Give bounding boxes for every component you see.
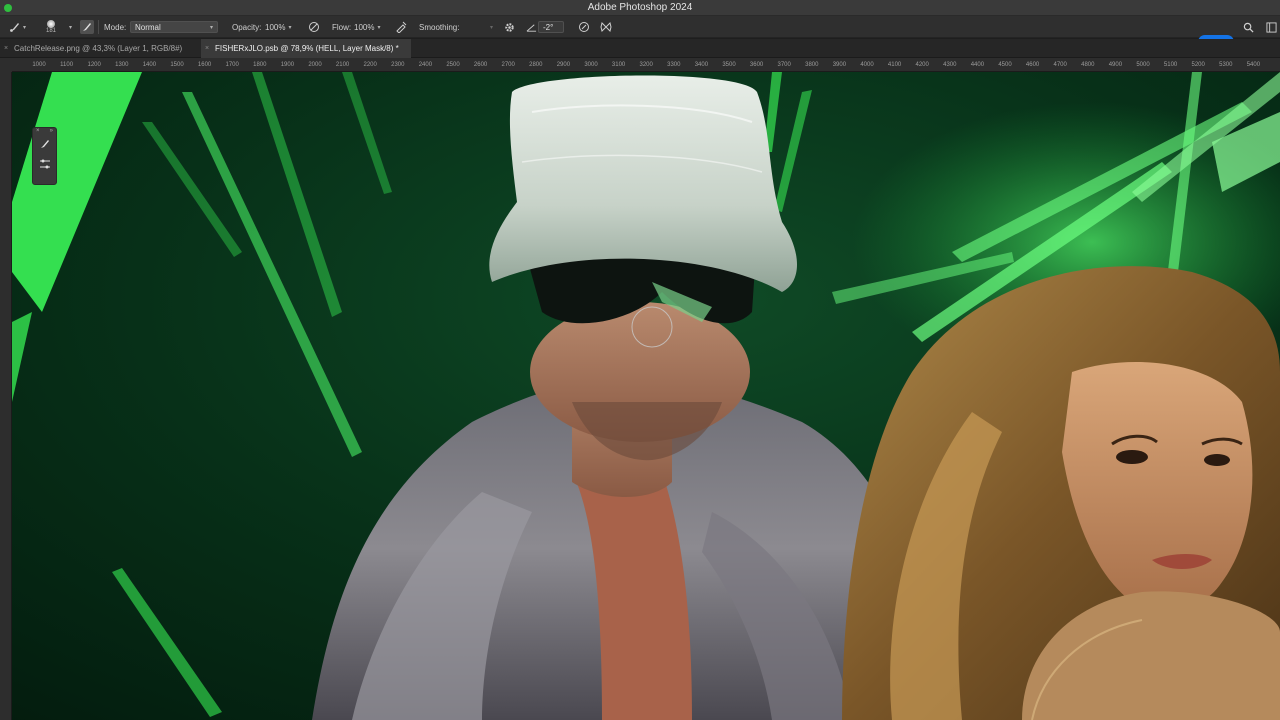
angle-field[interactable]: -2° (538, 21, 564, 33)
ruler-tick-label: 4200 (915, 62, 929, 68)
ruler-tick-label: 3900 (832, 62, 847, 68)
artwork-image (12, 72, 1280, 720)
flow-field[interactable]: 100% (354, 23, 374, 32)
panels-icon[interactable] (1264, 20, 1278, 34)
ruler-tick-label: 2300 (391, 62, 405, 68)
angle-value: -2° (543, 22, 554, 32)
ruler-tick-label: 4700 (1053, 62, 1067, 68)
ruler-tick-label: 1600 (197, 62, 212, 68)
ruler-tick-label: 1400 (142, 62, 157, 68)
photoshop-window: Adobe Photoshop 2024 ▾ 181 ▾ Mode: Norma… (0, 0, 1280, 720)
brush-tool-preset[interactable]: ▾ (8, 16, 26, 38)
ruler-tick-label: 3700 (777, 62, 791, 68)
brush-icon (8, 20, 22, 34)
sliders-icon (39, 157, 51, 175)
search-icon[interactable] (1241, 20, 1255, 34)
pressure-opacity-icon[interactable] (307, 20, 321, 34)
mode-value: Normal (135, 22, 161, 32)
horizontal-ruler[interactable]: 1000 1100 1200 1300 1400 1500 1600 1700 1800 1900… (12, 58, 1280, 72)
ruler-tick-label: 3400 (694, 62, 709, 68)
tab-label: FISHERxJLO.psb @ 78,9% (HELL, Layer Mask… (215, 44, 399, 53)
ruler-tick-label: 4000 (860, 62, 874, 68)
ruler-tick-label: 5000 (1136, 62, 1150, 68)
ruler-tick-label: 4800 (1081, 62, 1095, 68)
document-tabs: × CatchRelease.png @ 43,3% (Layer 1, RGB… (0, 39, 1280, 58)
ruler-tick-label: 2000 (308, 62, 322, 68)
ruler-tick-label: 4600 (1025, 62, 1040, 68)
collapse-icon[interactable]: » (50, 128, 53, 136)
ruler-tick-label: 1000 (32, 62, 46, 68)
ruler-tick-label: 1300 (115, 62, 129, 68)
ruler-tick-label: 4300 (943, 62, 957, 68)
brush-icon (39, 137, 51, 155)
options-bar: ▾ 181 ▾ Mode: Normal ▾ Opacity: 100% ▾ F… (0, 16, 1280, 49)
ruler-tick-label: 1100 (60, 62, 74, 68)
ruler-tick-label: 1800 (253, 62, 267, 68)
pressure-size-icon[interactable] (577, 20, 591, 34)
ruler-tick-label: 5200 (1191, 62, 1205, 68)
ruler-tick-label: 2800 (529, 62, 543, 68)
title-bar: Adobe Photoshop 2024 (0, 0, 1280, 16)
smoothing-field[interactable] (461, 21, 487, 33)
angle-icon (524, 20, 538, 34)
ruler-tick-label: 4100 (887, 62, 902, 68)
ruler-tick-label: 2700 (501, 62, 515, 68)
brush-size-value: 181 (46, 28, 57, 34)
ruler-tick-label: 2100 (335, 62, 350, 68)
ruler-tick-label: 2500 (446, 62, 460, 68)
ruler-tick-label: 4500 (998, 62, 1012, 68)
ruler-tick-label: 5100 (1163, 62, 1178, 68)
brush-tool-button[interactable] (33, 136, 56, 156)
ruler-tick-label: 2400 (418, 62, 433, 68)
brush-size-picker[interactable]: 181 (46, 16, 56, 38)
ruler-tick-label: 3800 (805, 62, 819, 68)
ruler-tick-label: 1500 (170, 62, 184, 68)
close-icon[interactable]: × (36, 128, 40, 136)
mode-label: Mode: (104, 22, 127, 32)
ruler-corner[interactable] (0, 58, 12, 72)
ruler-tick-label: 5300 (1219, 62, 1233, 68)
close-icon[interactable]: × (4, 45, 8, 52)
ruler-tick-label: 2900 (556, 62, 571, 68)
gear-icon[interactable] (502, 20, 516, 34)
opacity-field[interactable]: 100% (265, 23, 285, 32)
ruler-tick-label: 1900 (280, 62, 295, 68)
chevron-down-icon[interactable]: ▾ (288, 24, 291, 31)
butterfly-icon[interactable] (599, 20, 613, 34)
ruler-tick-label: 1200 (87, 62, 101, 68)
brush-settings-icon[interactable] (80, 20, 94, 34)
mode-dropdown[interactable]: Normal ▾ (130, 21, 218, 33)
ruler-tick-label: 3500 (722, 62, 736, 68)
chevron-down-icon[interactable]: ▾ (377, 24, 380, 31)
close-icon[interactable]: × (205, 45, 209, 52)
flow-label: Flow: (332, 22, 352, 32)
ruler-tick-label: 3200 (639, 62, 653, 68)
brush-settings-button[interactable] (33, 156, 56, 176)
ruler-tick-label: 4400 (970, 62, 985, 68)
smoothing-label: Smoothing: (419, 22, 460, 32)
ruler-tick-label: 5400 (1246, 62, 1261, 68)
document-canvas[interactable] (12, 72, 1280, 720)
ruler-tick-label: 3600 (749, 62, 764, 68)
vertical-ruler[interactable] (0, 72, 12, 720)
chevron-down-icon: ▾ (209, 24, 213, 31)
ruler-tick-label: 2200 (363, 62, 377, 68)
tab-catchrelease[interactable]: × CatchRelease.png @ 43,3% (Layer 1, RGB… (0, 39, 200, 58)
ruler-tick-label: 3300 (667, 62, 681, 68)
opacity-label: Opacity: (232, 22, 262, 32)
ruler-tick-label: 3100 (611, 62, 626, 68)
tab-fisherxjlo[interactable]: × FISHERxJLO.psb @ 78,9% (HELL, Layer Ma… (201, 39, 411, 58)
airbrush-icon[interactable] (394, 20, 408, 34)
ruler-tick-label: 2600 (473, 62, 488, 68)
tab-label: CatchRelease.png @ 43,3% (Layer 1, RGB/8… (14, 44, 183, 53)
floating-tool-panel: × » (32, 127, 57, 185)
ruler-tick-label: 4900 (1108, 62, 1123, 68)
brush-preset-icon (47, 20, 55, 28)
chevron-down-icon[interactable]: ▾ (490, 24, 493, 31)
ruler-tick-label: 3000 (584, 62, 598, 68)
app-title: Adobe Photoshop 2024 (587, 2, 693, 13)
ruler-tick-label: 1700 (225, 62, 239, 68)
